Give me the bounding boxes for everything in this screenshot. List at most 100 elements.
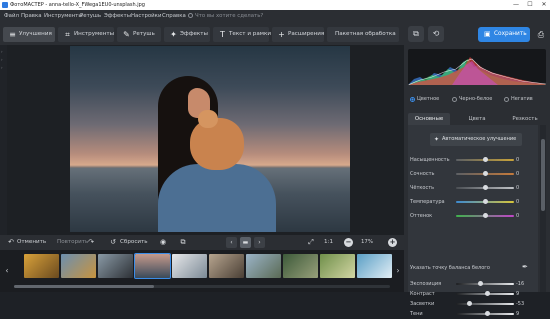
app-logo-icon: [2, 2, 8, 8]
reset-icon[interactable]: ↺: [108, 238, 118, 247]
panel-scroll-thumb[interactable]: [541, 139, 545, 211]
left-collapse-strip[interactable]: › › ›: [0, 45, 7, 235]
filmstrip: ‹ ›: [0, 250, 404, 292]
radio-dot: [504, 97, 509, 102]
save-label: Сохранить: [494, 31, 527, 37]
slider-handle[interactable]: [482, 171, 488, 176]
radio-label: Негатив: [511, 96, 533, 102]
tab-extensions[interactable]: + Расширения: [272, 27, 324, 42]
eye-icon[interactable]: ◉: [158, 238, 168, 247]
fit-screen-icon[interactable]: ⤢: [306, 238, 316, 247]
slider-label: Чёткость: [410, 185, 435, 191]
edited-photo[interactable]: [70, 46, 350, 232]
save-button[interactable]: ▣ Сохранить: [478, 27, 530, 42]
redo-button[interactable]: Повторить: [57, 235, 88, 250]
auto-enhance-label: Автоматическое улучшение: [442, 136, 517, 142]
filmstrip-thumbnail[interactable]: [172, 254, 207, 278]
filmstrip-thumbnail[interactable]: [209, 254, 244, 278]
slider-label: Засветки: [410, 301, 435, 307]
reset-button[interactable]: Сбросить: [120, 235, 148, 250]
slider-value: 0: [516, 199, 520, 205]
undo-icon[interactable]: ↶: [6, 238, 16, 247]
slider-track[interactable]: [456, 303, 514, 305]
minimize-button[interactable]: —: [510, 0, 522, 10]
tab-retouch[interactable]: ✎ Ретушь: [117, 27, 161, 42]
slider-handle[interactable]: [482, 199, 488, 204]
image-canvas[interactable]: [7, 45, 404, 235]
history-icon[interactable]: ⟲: [428, 26, 444, 42]
histogram: [408, 49, 546, 85]
text-icon: T: [220, 30, 225, 39]
slider-row: Чёткость 0: [408, 183, 538, 193]
maximize-button[interactable]: ☐: [524, 0, 536, 10]
filmstrip-scroll-thumb[interactable]: [14, 285, 154, 288]
filmstrip-thumbnail[interactable]: [24, 254, 59, 278]
print-icon[interactable]: ⎙: [534, 27, 548, 42]
gallery-icon[interactable]: ▬: [240, 237, 251, 248]
pipette-icon[interactable]: ✒: [522, 263, 531, 272]
slider-value: -16: [516, 281, 525, 287]
menu-settings[interactable]: Настройки: [131, 13, 161, 20]
photo-cat: [190, 118, 244, 170]
menu-effects[interactable]: Эффекты: [104, 13, 131, 20]
menu-tools[interactable]: Инструменты: [44, 13, 83, 20]
slider-handle[interactable]: [485, 311, 491, 316]
menu-retouch[interactable]: Ретушь: [80, 13, 101, 20]
slider-handle[interactable]: [467, 301, 473, 306]
brush-icon: ✎: [123, 30, 130, 39]
tab-text-frames[interactable]: T Текст и рамки: [213, 27, 271, 42]
slider-label: Контраст: [410, 291, 435, 297]
zoom-in-button[interactable]: +: [388, 238, 397, 247]
bottom-action-bar: ↶ Отменить Повторить ↷ ↺ Сбросить ◉ ⧉ ‹ …: [0, 235, 404, 250]
filmstrip-scrollbar[interactable]: [14, 285, 390, 288]
slider-handle[interactable]: [482, 185, 488, 190]
floppy-icon: ▣: [484, 30, 491, 38]
close-button[interactable]: ✕: [538, 0, 550, 10]
zoom-actual-size-button[interactable]: 1:1: [324, 235, 333, 250]
filmstrip-thumbnail[interactable]: [61, 254, 96, 278]
tab-batch-processing[interactable]: Пакетная обработка: [327, 27, 399, 42]
redo-icon[interactable]: ↷: [86, 238, 96, 247]
slider-value: 9: [516, 291, 520, 297]
top-right-actions: ⧉ ⟲ ▣ Сохранить ⎙: [404, 23, 550, 45]
filmstrip-thumbnail[interactable]: [357, 254, 392, 278]
filmstrip-thumbnail[interactable]: [98, 254, 133, 278]
title-bar: ФотоМАСТЕР - anna-tello-X_FWega1EU0-unsp…: [0, 0, 550, 10]
tab-sharpness[interactable]: Резкость: [504, 113, 546, 125]
search-input[interactable]: Что вы хотите сделать?: [195, 13, 263, 20]
tab-tools[interactable]: ⌗ Инструменты: [58, 27, 114, 42]
filmstrip-thumbnail-selected[interactable]: [134, 253, 171, 279]
tab-basic[interactable]: Основные: [408, 113, 450, 125]
chevron-right-icon: ›: [1, 49, 3, 54]
slider-row: Насыщенность 0: [408, 155, 538, 165]
menu-file[interactable]: Файл: [4, 13, 19, 20]
prev-photo-button[interactable]: ‹: [226, 237, 237, 248]
slider-label: Насыщенность: [410, 157, 450, 163]
radio-label: Черно-белое: [459, 96, 493, 102]
tab-colors[interactable]: Цвета: [456, 113, 498, 125]
slider-handle[interactable]: [477, 281, 483, 286]
filmstrip-thumbnail[interactable]: [246, 254, 281, 278]
filmstrip-thumbnail[interactable]: [320, 254, 355, 278]
app-window: ФотоМАСТЕР - anna-tello-X_FWega1EU0-unsp…: [0, 0, 550, 317]
tab-label: Улучшения: [19, 31, 52, 37]
panel-scrollbar[interactable]: [540, 125, 546, 292]
radio-label: Цветное: [417, 96, 440, 102]
next-photo-button[interactable]: ›: [254, 237, 265, 248]
menu-edit[interactable]: Правка: [21, 13, 42, 20]
tab-effects[interactable]: ✦ Эффекты: [164, 27, 210, 42]
filmstrip-thumbnail[interactable]: [283, 254, 318, 278]
slider-track[interactable]: [456, 283, 514, 285]
slider-handle[interactable]: [482, 213, 488, 218]
search-icon: [188, 13, 193, 18]
zoom-out-button[interactable]: −: [344, 238, 353, 247]
filmstrip-next-button[interactable]: ›: [394, 262, 402, 280]
auto-enhance-button[interactable]: ✦ Автоматическое улучшение: [430, 133, 522, 146]
slider-handle[interactable]: [482, 157, 488, 162]
compare-icon[interactable]: ⧉: [408, 26, 424, 42]
filmstrip-prev-button[interactable]: ‹: [3, 262, 11, 280]
menu-help[interactable]: Справка: [162, 13, 186, 20]
undo-button[interactable]: Отменить: [17, 235, 46, 250]
compare-split-icon[interactable]: ⧉: [178, 238, 188, 247]
tab-enhancements[interactable]: ≡ Улучшения: [3, 27, 55, 42]
